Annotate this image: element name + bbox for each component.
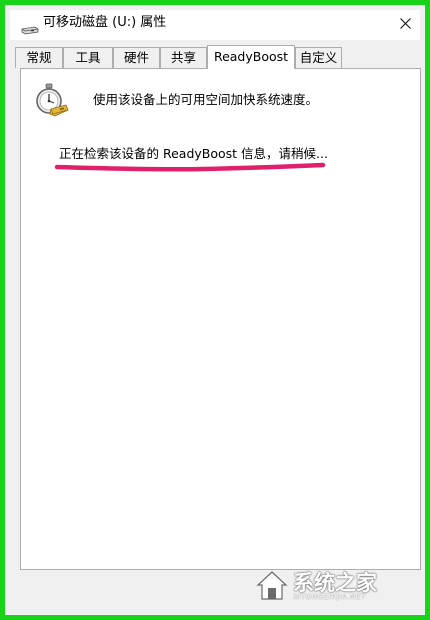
- close-icon: [399, 14, 411, 33]
- title-bar: 可移动磁盘 (U:) 属性: [10, 10, 420, 40]
- house-logo-icon: [256, 571, 288, 600]
- watermark-domain: XITONGZHIJIA.NET: [293, 593, 366, 601]
- readyboost-status: 正在检索该设备的 ReadyBoost 信息，请稍候...: [59, 146, 328, 161]
- close-button[interactable]: [390, 10, 420, 36]
- site-watermark: 系统之家 XITONGZHIJIA.NET: [255, 565, 415, 607]
- window-title: 可移动磁盘 (U:) 属性: [43, 15, 167, 30]
- tab-readyboost[interactable]: ReadyBoost: [207, 45, 295, 69]
- readyboost-panel: 使用该设备上的可用空间加快系统速度。 正在检索该设备的 ReadyBoost 信…: [20, 68, 421, 570]
- window-frame: 可移动磁盘 (U:) 属性 常规 工具 硬件 共享 ReadyBoost 自定义: [0, 0, 430, 620]
- tab-customize[interactable]: 自定义: [295, 47, 342, 68]
- usb-drive-icon: [21, 20, 39, 35]
- highlight-underline: [54, 162, 326, 172]
- tab-general[interactable]: 常规: [15, 47, 63, 68]
- tab-tools[interactable]: 工具: [63, 47, 113, 68]
- readyboost-description: 使用该设备上的可用空间加快系统速度。: [93, 92, 319, 107]
- stopwatch-icon: [33, 83, 69, 121]
- tab-sharing[interactable]: 共享: [160, 47, 207, 68]
- tab-hardware[interactable]: 硬件: [113, 47, 160, 68]
